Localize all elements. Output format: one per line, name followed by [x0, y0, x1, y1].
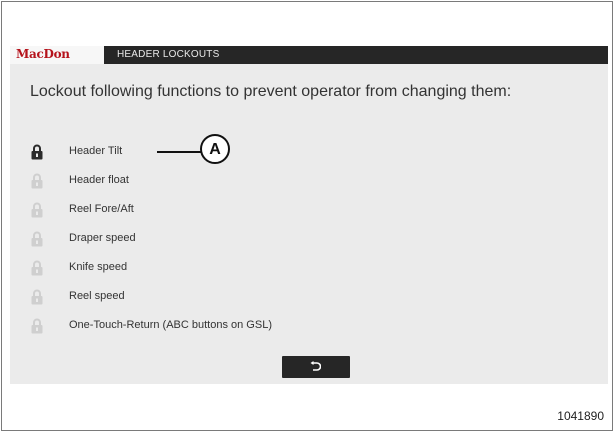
lockout-label-draper-speed: Draper speed [69, 232, 136, 244]
lockout-instructions: Lockout following functions to prevent o… [30, 83, 512, 100]
brand-name: MacDon [16, 47, 70, 61]
callout-marker-a: A [200, 134, 230, 164]
lockout-item-header-tilt[interactable]: Header Tilt A [25, 134, 445, 173]
lockout-label-header-tilt: Header Tilt [69, 145, 123, 157]
lock-icon-knife-speed[interactable] [31, 260, 43, 276]
lock-icon-draper-speed[interactable] [31, 231, 43, 247]
display-screen: MacDon HEADER LOCKOUTS Lockout following… [10, 46, 608, 384]
lockout-item-reel-speed[interactable]: Reel speed [25, 289, 445, 318]
figure-frame: MacDon HEADER LOCKOUTS Lockout following… [1, 1, 613, 431]
lock-icon-header-float[interactable] [31, 173, 43, 189]
lockout-item-one-touch-return[interactable]: One-Touch-Return (ABC buttons on GSL) [25, 318, 445, 347]
lock-icon-reel-fore-aft[interactable] [31, 202, 43, 218]
page-title: HEADER LOCKOUTS [117, 49, 220, 60]
lockout-item-knife-speed[interactable]: Knife speed [25, 260, 445, 289]
lockout-item-reel-fore-aft[interactable]: Reel Fore/Aft [25, 202, 445, 231]
callout-letter: A [209, 141, 221, 158]
brand-logo: MacDon [10, 46, 104, 64]
lock-icon-header-tilt[interactable] [31, 144, 43, 160]
lockout-list: Header Tilt A Header float Reel Fore/Aft… [25, 134, 445, 347]
lockout-item-draper-speed[interactable]: Draper speed [25, 231, 445, 260]
lockout-label-reel-fore-aft: Reel Fore/Aft [69, 203, 134, 215]
back-arrow-icon [310, 361, 321, 371]
lock-icon-reel-speed[interactable] [31, 289, 43, 305]
lockout-label-one-touch-return: One-Touch-Return (ABC buttons on GSL) [69, 319, 272, 331]
lockout-item-header-float[interactable]: Header float [25, 173, 445, 202]
lockout-label-reel-speed: Reel speed [69, 290, 125, 302]
callout-leader-line [157, 151, 201, 153]
lock-icon-one-touch-return[interactable] [31, 318, 43, 334]
back-button[interactable] [282, 356, 350, 378]
title-bar: MacDon HEADER LOCKOUTS [10, 46, 608, 64]
lockout-label-header-float: Header float [69, 174, 129, 186]
figure-number: 1041890 [557, 409, 604, 423]
lockout-label-knife-speed: Knife speed [69, 261, 128, 273]
